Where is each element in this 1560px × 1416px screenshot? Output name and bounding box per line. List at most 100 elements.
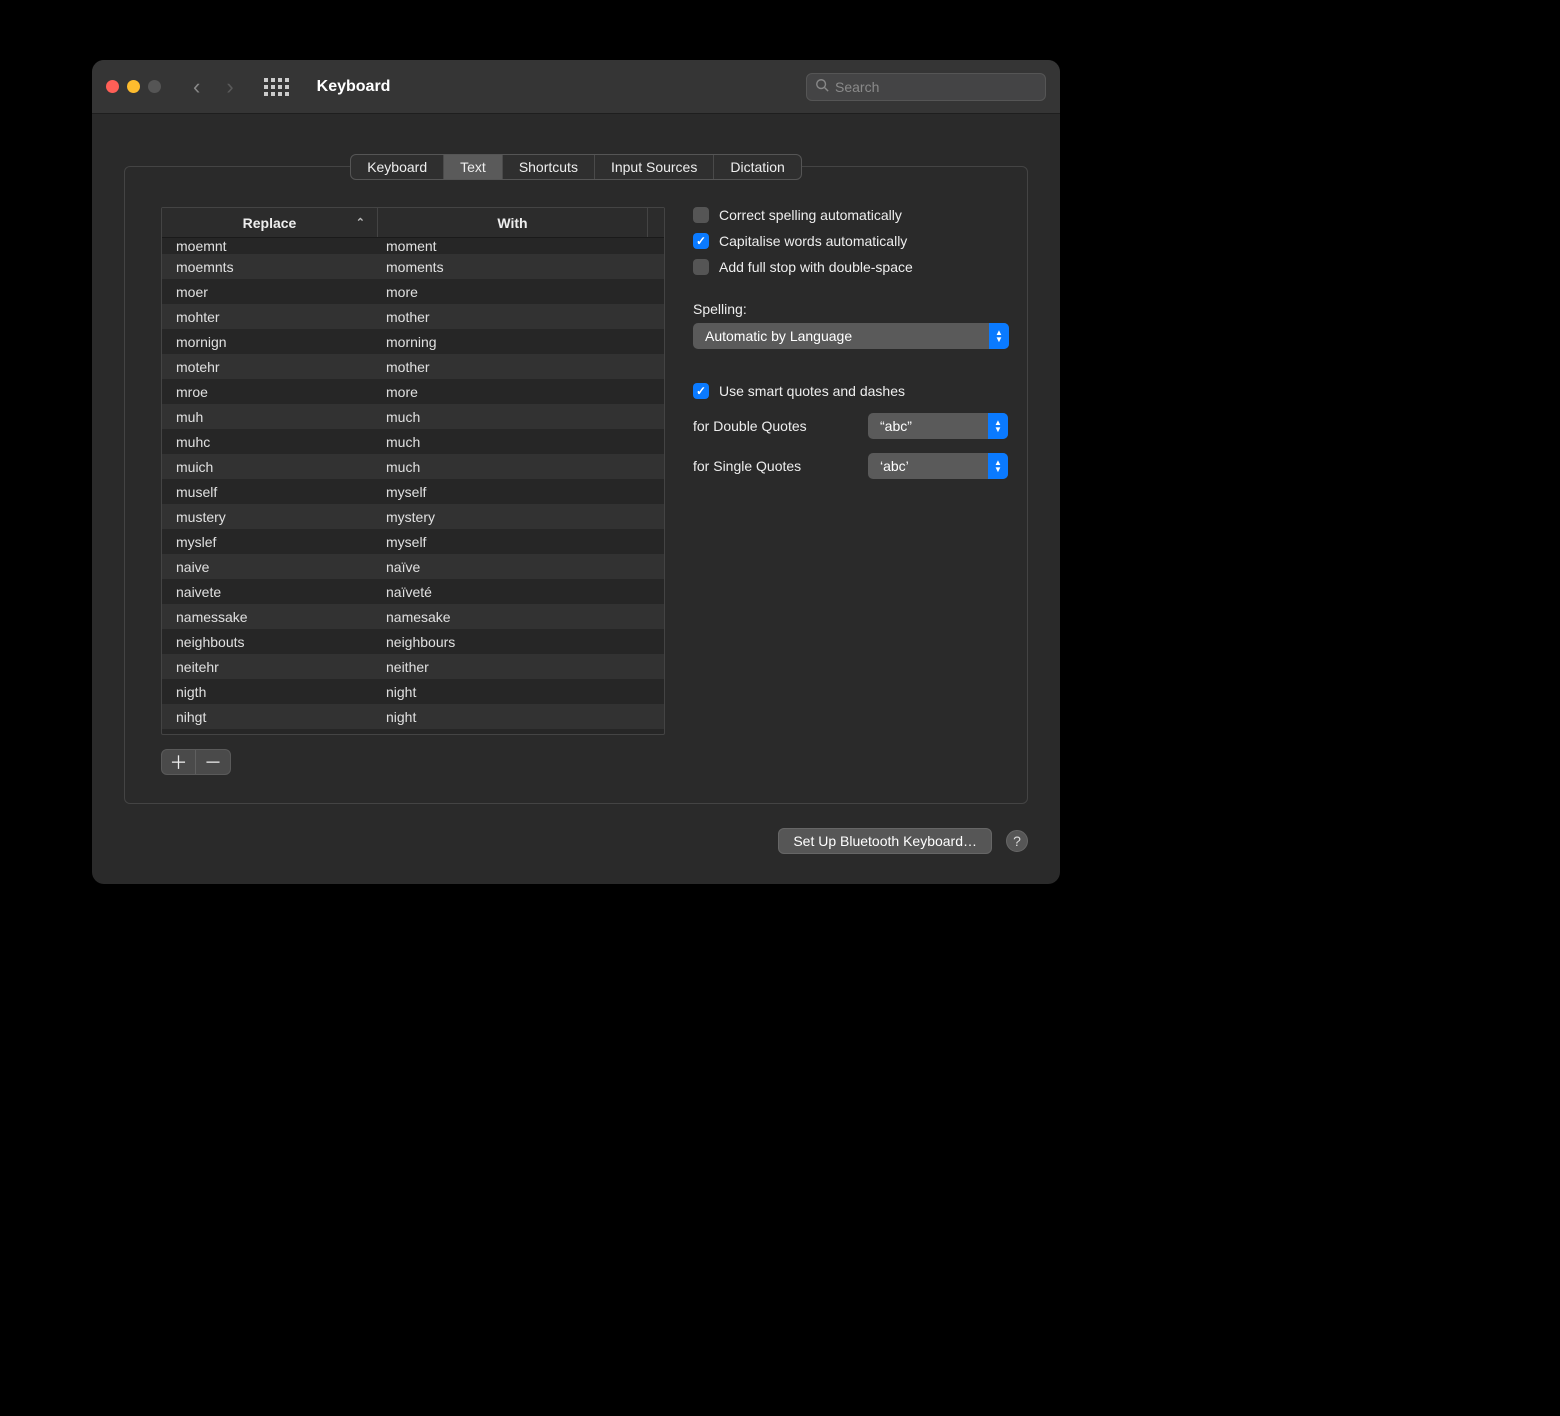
with-cell: moments — [378, 259, 664, 275]
table-row[interactable]: neitehrneither — [162, 654, 664, 679]
full-stop-option[interactable]: Add full stop with double-space — [693, 259, 1009, 275]
table-row[interactable]: moemntmoment — [162, 238, 664, 254]
search-input[interactable] — [835, 79, 1037, 95]
column-header-with-label: With — [497, 215, 527, 231]
replace-cell: mroe — [162, 384, 378, 400]
correct-spelling-checkbox[interactable] — [693, 207, 709, 223]
single-quotes-select[interactable]: ‘abc’ ▲▼ — [868, 453, 1008, 479]
with-cell: mother — [378, 309, 664, 325]
double-quotes-select[interactable]: “abc” ▲▼ — [868, 413, 1008, 439]
spelling-value: Automatic by Language — [705, 328, 852, 344]
add-button[interactable]: ＋ — [162, 750, 196, 774]
with-cell: myself — [378, 534, 664, 550]
table-row[interactable]: muhcmuch — [162, 429, 664, 454]
column-header-replace[interactable]: Replace ⌃ — [162, 208, 378, 237]
table-row[interactable]: muselfmyself — [162, 479, 664, 504]
replace-cell: muh — [162, 409, 378, 425]
setup-bluetooth-keyboard-button[interactable]: Set Up Bluetooth Keyboard… — [778, 828, 992, 854]
table-row[interactable]: myslefmyself — [162, 529, 664, 554]
search-field-wrap[interactable] — [806, 73, 1046, 101]
double-quotes-label: for Double Quotes — [693, 418, 858, 434]
tab-keyboard[interactable]: Keyboard — [351, 155, 444, 179]
select-stepper-icon: ▲▼ — [988, 413, 1008, 439]
table-row[interactable]: muichmuch — [162, 454, 664, 479]
replace-cell: moemnt — [162, 238, 378, 254]
options-column: Correct spelling automatically Capitalis… — [693, 207, 1009, 775]
replace-cell: naive — [162, 559, 378, 575]
window-title: Keyboard — [317, 78, 391, 96]
tab-dictation[interactable]: Dictation — [714, 155, 800, 179]
scrollbar-gutter — [648, 208, 664, 237]
single-quotes-value: ‘abc’ — [880, 458, 909, 474]
minimize-window-button[interactable] — [127, 80, 140, 93]
table-row[interactable]: motehrmother — [162, 354, 664, 379]
smart-quotes-option[interactable]: Use smart quotes and dashes — [693, 383, 1009, 399]
table-row[interactable]: mornignmorning — [162, 329, 664, 354]
back-button[interactable]: ‹ — [193, 76, 200, 98]
sort-ascending-icon: ⌃ — [356, 216, 365, 229]
tab-text[interactable]: Text — [444, 155, 503, 179]
replace-cell: muich — [162, 459, 378, 475]
replace-cell: mohter — [162, 309, 378, 325]
table-row[interactable]: namessakenamesake — [162, 604, 664, 629]
preferences-window: ‹ › Keyboard Keyboard Text Shortcuts Inp… — [92, 60, 1060, 884]
smart-quotes-checkbox[interactable] — [693, 383, 709, 399]
replace-cell: neitehr — [162, 659, 378, 675]
spelling-select[interactable]: Automatic by Language ▲▼ — [693, 323, 1009, 349]
with-cell: naïve — [378, 559, 664, 575]
nav-arrows: ‹ › — [193, 76, 234, 98]
table-row[interactable]: mroemore — [162, 379, 664, 404]
capitalise-checkbox[interactable] — [693, 233, 709, 249]
table-row[interactable]: nihgtnight — [162, 704, 664, 729]
full-stop-label: Add full stop with double-space — [719, 259, 913, 275]
with-cell: more — [378, 284, 664, 300]
with-cell: naïveté — [378, 584, 664, 600]
capitalise-option[interactable]: Capitalise words automatically — [693, 233, 1009, 249]
content-pane: Replace ⌃ With moemntmomentmoemntsmoment… — [124, 166, 1028, 804]
table-header: Replace ⌃ With — [162, 208, 664, 238]
with-cell: neither — [378, 659, 664, 675]
single-quotes-row: for Single Quotes ‘abc’ ▲▼ — [693, 453, 1009, 479]
select-stepper-icon: ▲▼ — [989, 323, 1009, 349]
table-row[interactable]: muhmuch — [162, 404, 664, 429]
table-row[interactable]: musterymystery — [162, 504, 664, 529]
table-row[interactable]: nigthnight — [162, 679, 664, 704]
table-row[interactable]: mohtermother — [162, 304, 664, 329]
replacements-table: Replace ⌃ With moemntmomentmoemntsmoment… — [161, 207, 665, 735]
tab-input-sources[interactable]: Input Sources — [595, 155, 714, 179]
single-quotes-label: for Single Quotes — [693, 458, 858, 474]
footer: Set Up Bluetooth Keyboard… ? — [92, 804, 1060, 884]
spelling-label: Spelling: — [693, 301, 1009, 317]
with-cell: mother — [378, 359, 664, 375]
replace-cell: mornign — [162, 334, 378, 350]
full-stop-checkbox[interactable] — [693, 259, 709, 275]
with-cell: neighbours — [378, 634, 664, 650]
close-window-button[interactable] — [106, 80, 119, 93]
window-body: Keyboard Text Shortcuts Input Sources Di… — [92, 114, 1060, 804]
replace-cell: nigth — [162, 684, 378, 700]
add-remove-control: ＋ － — [161, 749, 231, 775]
window-controls — [106, 80, 161, 93]
replace-cell: namessake — [162, 609, 378, 625]
remove-button[interactable]: － — [196, 750, 230, 774]
help-button[interactable]: ? — [1006, 830, 1028, 852]
column-header-with[interactable]: With — [378, 208, 648, 237]
show-all-button[interactable] — [264, 78, 289, 96]
table-row[interactable]: moermore — [162, 279, 664, 304]
replace-cell: motehr — [162, 359, 378, 375]
table-row[interactable]: naivetenaïveté — [162, 579, 664, 604]
with-cell: night — [378, 684, 664, 700]
with-cell: more — [378, 384, 664, 400]
table-row[interactable]: neighboutsneighbours — [162, 629, 664, 654]
zoom-window-button[interactable] — [148, 80, 161, 93]
correct-spelling-option[interactable]: Correct spelling automatically — [693, 207, 1009, 223]
correct-spelling-label: Correct spelling automatically — [719, 207, 902, 223]
table-row[interactable]: naivenaïve — [162, 554, 664, 579]
table-body[interactable]: moemntmomentmoemntsmomentsmoermoremohter… — [162, 238, 664, 734]
replace-cell: muhc — [162, 434, 378, 450]
tab-bar: Keyboard Text Shortcuts Input Sources Di… — [350, 154, 802, 180]
table-row[interactable]: moemntsmoments — [162, 254, 664, 279]
with-cell: myself — [378, 484, 664, 500]
tab-shortcuts[interactable]: Shortcuts — [503, 155, 595, 179]
replace-cell: muself — [162, 484, 378, 500]
